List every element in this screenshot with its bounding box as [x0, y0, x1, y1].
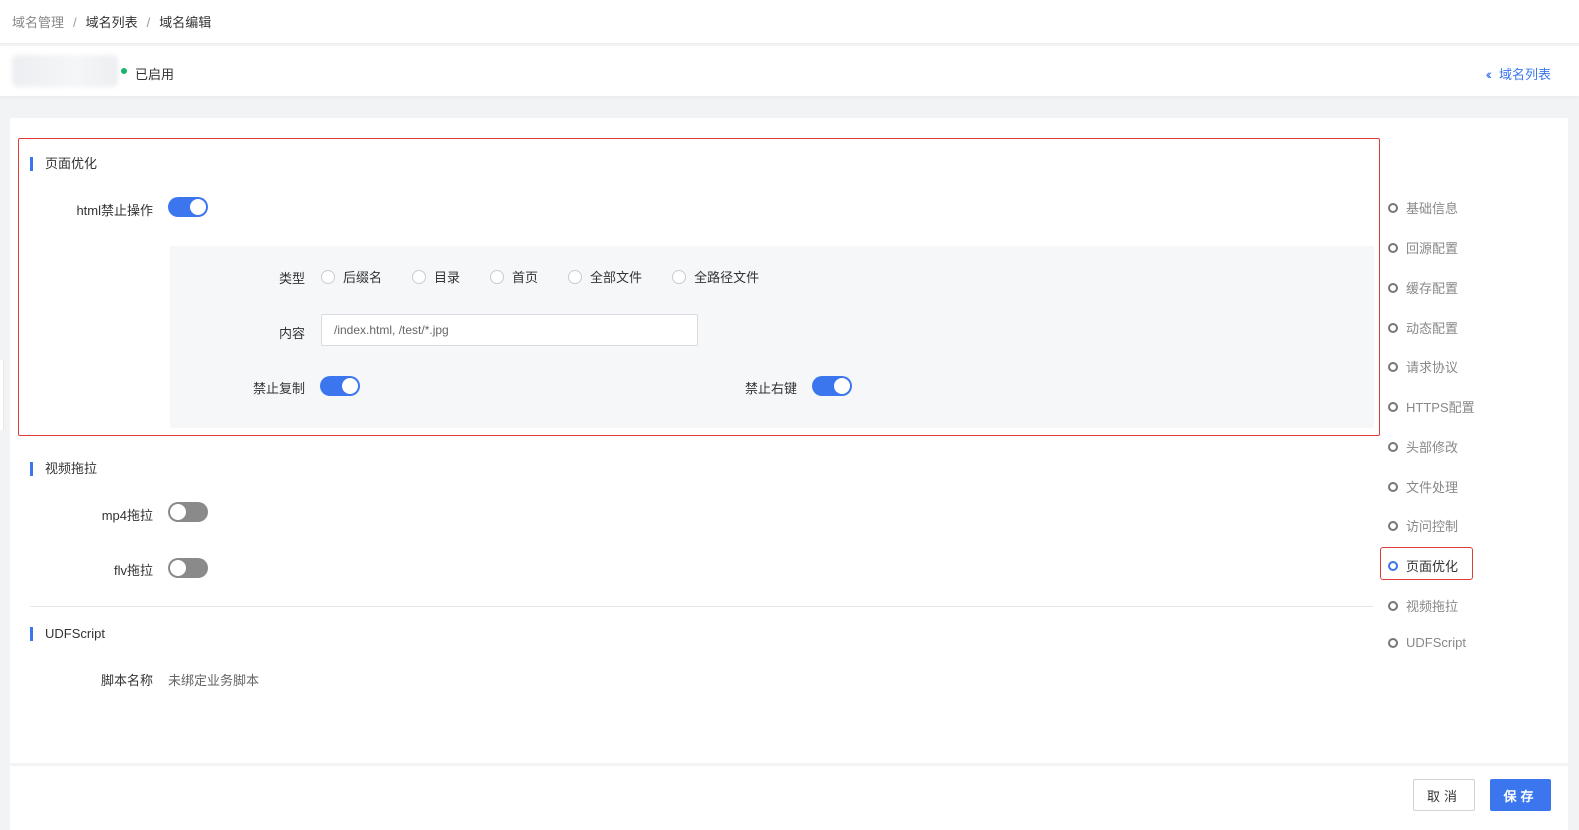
back-to-domain-list-link[interactable]: ‹‹ 域名列表: [1486, 64, 1551, 83]
ring-icon: [1388, 481, 1398, 492]
ring-icon: [1388, 282, 1398, 293]
mp4-drag-switch[interactable]: [168, 502, 208, 522]
status-text: 已启用: [135, 67, 175, 82]
left-edge-handle: [0, 360, 4, 430]
switch-knob: [834, 378, 850, 394]
radio-circle-icon: [321, 269, 335, 284]
breadcrumb-item-domain-manage[interactable]: 域名管理: [12, 12, 64, 31]
anchor-item-basic-info[interactable]: 基础信息: [1388, 198, 1458, 217]
type-radio-group: 后缀名 目录 首页 全部文件 全路径文件: [321, 267, 759, 286]
anchor-label: 视频拖拉: [1406, 599, 1459, 614]
mp4-drag-label: mp4拖拉: [101, 508, 153, 523]
ring-icon: [1388, 441, 1398, 452]
radio-all-files[interactable]: 全部文件: [568, 267, 642, 286]
anchor-label: 基础信息: [1406, 201, 1459, 216]
breadcrumb: 域名管理 / 域名列表 / 域名编辑: [12, 12, 211, 31]
section-title-video-drag: 视频拖拉: [30, 462, 97, 476]
anchor-item-header-modify[interactable]: 头部修改: [1388, 437, 1458, 456]
back-link-label: 域名列表: [1498, 67, 1551, 82]
ring-icon: [1388, 600, 1398, 611]
top-bar: 域名管理 / 域名列表 / 域名编辑: [0, 0, 1579, 44]
radio-label: 首页: [512, 270, 539, 285]
radio-suffix[interactable]: 后缀名: [321, 267, 382, 286]
radio-label: 目录: [434, 270, 461, 285]
html-forbid-label: html禁止操作: [76, 203, 153, 218]
status-dot-icon: [121, 68, 127, 74]
anchor-label: 缓存配置: [1406, 281, 1459, 296]
section-divider: [30, 606, 1373, 607]
cancel-button[interactable]: 取消: [1413, 779, 1475, 811]
radio-label: 全部文件: [590, 270, 643, 285]
ring-icon: [1388, 202, 1398, 213]
double-chevron-left-icon: ‹‹: [1485, 65, 1493, 82]
no-copy-label: 禁止复制: [252, 381, 305, 396]
switch-knob: [342, 378, 358, 394]
content-input[interactable]: [321, 314, 698, 346]
radio-label: 后缀名: [343, 270, 383, 285]
anchor-item-https-config[interactable]: HTTPS配置: [1388, 397, 1475, 416]
footer-bar: [10, 766, 1568, 830]
script-name-label: 脚本名称: [100, 673, 153, 688]
anchor-item-video-drag[interactable]: 视频拖拉: [1388, 596, 1458, 615]
save-button[interactable]: 保存: [1490, 779, 1551, 811]
no-copy-switch[interactable]: [320, 376, 360, 396]
anchor-item-file-processing[interactable]: 文件处理: [1388, 477, 1458, 496]
radio-circle-icon: [568, 269, 583, 284]
ring-icon: [1388, 401, 1398, 412]
flv-drag-switch[interactable]: [168, 558, 208, 578]
no-right-click-label: 禁止右键: [744, 381, 797, 396]
breadcrumb-separator: /: [73, 15, 77, 30]
html-forbid-switch[interactable]: [168, 197, 208, 217]
section-title-page-optimize: 页面优化: [30, 157, 97, 171]
radio-circle-icon: [412, 269, 427, 284]
ring-icon: [1388, 520, 1398, 531]
breadcrumb-item-domain-list[interactable]: 域名列表: [86, 12, 138, 31]
radio-label: 全路径文件: [694, 270, 760, 285]
ring-icon: [1388, 242, 1398, 253]
anchor-label: 动态配置: [1406, 321, 1459, 336]
ring-icon: [1388, 322, 1398, 333]
anchor-label: 请求协议: [1406, 360, 1459, 375]
switch-knob: [170, 560, 186, 576]
switch-knob: [190, 199, 206, 215]
blurred-domain-name: [12, 55, 118, 87]
anchor-item-cache-config[interactable]: 缓存配置: [1388, 278, 1458, 297]
anchor-label: 文件处理: [1406, 480, 1459, 495]
domain-info-bar: 已启用 ‹‹ 域名列表: [0, 46, 1579, 96]
switch-knob: [170, 504, 186, 520]
type-label: 类型: [278, 271, 305, 286]
anchor-active-highlight-box: [1380, 547, 1473, 580]
anchor-item-origin-config[interactable]: 回源配置: [1388, 238, 1458, 257]
ring-icon: [1388, 637, 1398, 648]
radio-circle-icon: [672, 269, 687, 284]
breadcrumb-separator: /: [146, 15, 151, 30]
anchor-label: 回源配置: [1406, 241, 1459, 256]
radio-circle-icon: [490, 269, 505, 284]
radio-homepage[interactable]: 首页: [490, 267, 538, 286]
content-label: 内容: [278, 326, 305, 341]
no-right-click-switch[interactable]: [812, 376, 852, 396]
script-name-value: 未绑定业务脚本: [168, 673, 260, 688]
anchor-item-dynamic-config[interactable]: 动态配置: [1388, 318, 1458, 337]
anchor-label: UDFScript: [1406, 635, 1466, 650]
anchor-item-access-control[interactable]: 访问控制: [1388, 516, 1458, 535]
flv-drag-label: flv拖拉: [113, 563, 153, 578]
anchor-label: 访问控制: [1406, 519, 1459, 534]
radio-full-path-file[interactable]: 全路径文件: [672, 267, 759, 286]
breadcrumb-item-domain-edit: 域名编辑: [159, 15, 212, 30]
anchor-label: 头部修改: [1406, 440, 1459, 455]
ring-icon: [1388, 361, 1398, 372]
radio-directory[interactable]: 目录: [412, 267, 460, 286]
anchor-label: HTTPS配置: [1406, 400, 1475, 415]
anchor-item-request-protocol[interactable]: 请求协议: [1388, 357, 1458, 376]
section-title-udfscript: UDFScript: [30, 627, 105, 641]
anchor-item-udfscript[interactable]: UDFScript: [1388, 635, 1466, 650]
